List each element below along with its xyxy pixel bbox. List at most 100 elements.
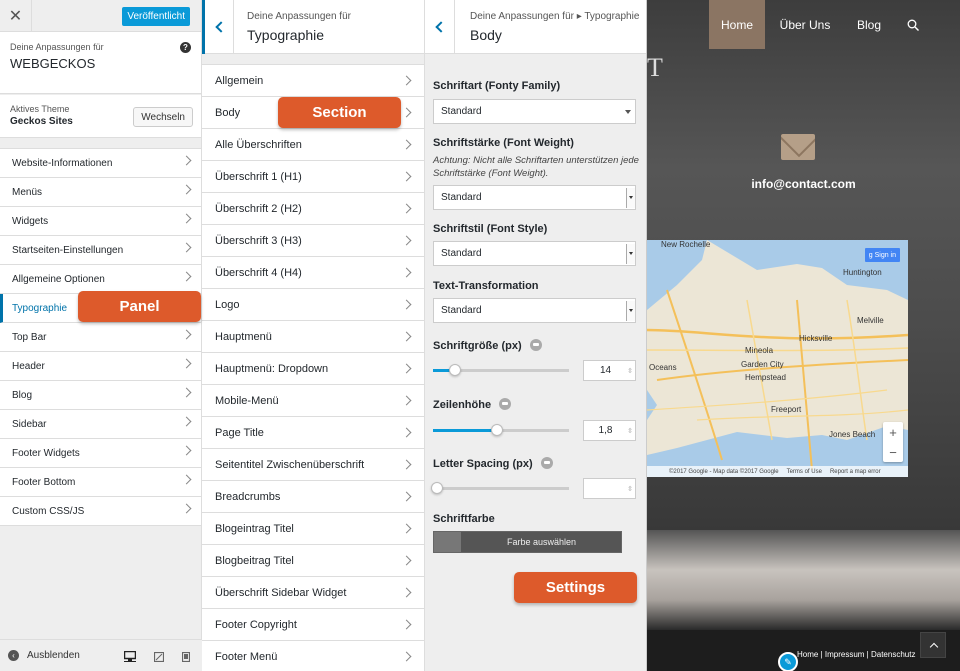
panel-item-menüs[interactable]: Menüs — [0, 178, 201, 207]
section-item[interactable]: Breadcrumbs — [202, 481, 424, 513]
google-icon: g — [868, 251, 873, 259]
panel-item-startseiten-einstellungen[interactable]: Startseiten-Einstellungen — [0, 236, 201, 265]
color-picker-button[interactable]: Farbe auswählen — [433, 531, 622, 553]
panel-item-custom-css-js[interactable]: Custom CSS/JS — [0, 497, 201, 526]
panel-item-label: Custom CSS/JS — [12, 505, 85, 517]
section-item-label: Hauptmenü — [215, 330, 272, 343]
zoom-out-button[interactable]: − — [883, 442, 903, 462]
chevron-left-icon — [214, 21, 227, 33]
section-item[interactable]: Überschrift Sidebar Widget — [202, 577, 424, 609]
mobile-preview-icon[interactable] — [182, 652, 190, 662]
panel-item-top-bar[interactable]: Top Bar — [0, 323, 201, 352]
section-item[interactable]: Seitentitel Zwischenüberschrift — [202, 449, 424, 481]
section-item[interactable]: Footer Menü — [202, 641, 424, 671]
hide-button[interactable]: Ausblenden — [27, 650, 80, 661]
back-button[interactable] — [202, 0, 234, 54]
chevron-right-icon — [401, 267, 412, 278]
chevron-right-icon — [181, 184, 192, 195]
zoom-in-button[interactable]: + — [883, 422, 903, 442]
section-item[interactable]: Hauptmenü — [202, 321, 424, 353]
section-item-label: Breadcrumbs — [215, 490, 281, 503]
section-item[interactable]: Blogeintrag Titel — [202, 513, 424, 545]
footer-link-impressum[interactable]: Impressum — [825, 650, 865, 659]
map-attribution: ©2017 Google - Map data ©2017 Google Ter… — [647, 466, 908, 477]
section-item-label: Allgemein — [215, 74, 264, 87]
slider-handle[interactable] — [431, 482, 443, 494]
font-size-input[interactable]: 14 — [583, 360, 636, 381]
chevron-right-icon — [401, 427, 412, 438]
letter-spacing-input[interactable] — [583, 478, 636, 499]
font-family-select[interactable]: Standard — [433, 99, 636, 124]
map-terms-link[interactable]: Terms of Use — [787, 469, 822, 475]
change-theme-button[interactable]: Wechseln — [133, 107, 193, 127]
panel-item-sidebar[interactable]: Sidebar — [0, 410, 201, 439]
help-icon[interactable]: ? — [180, 42, 191, 53]
panel-item-website-informationen[interactable]: Website-Informationen — [0, 149, 201, 178]
chevron-right-icon — [401, 139, 412, 150]
footer-link-home[interactable]: Home — [797, 650, 818, 659]
font-weight-select[interactable]: Standard — [433, 185, 636, 210]
section-item[interactable]: Überschrift 3 (H3) — [202, 225, 424, 257]
edit-pencil-icon[interactable]: ✎ — [778, 652, 798, 671]
section-item[interactable]: Überschrift 4 (H4) — [202, 257, 424, 289]
section-item[interactable]: Überschrift 1 (H1) — [202, 161, 424, 193]
section-item-label: Überschrift 3 (H3) — [215, 234, 302, 247]
reset-icon[interactable] — [529, 339, 542, 351]
section-item[interactable]: Footer Copyright — [202, 609, 424, 641]
panel-item-label: Top Bar — [12, 331, 47, 343]
text-transform-select[interactable]: Standard — [433, 298, 636, 323]
panel-item-widgets[interactable]: Widgets — [0, 207, 201, 236]
line-height-input[interactable]: 1,8 — [583, 420, 636, 441]
desktop-preview-icon[interactable] — [124, 651, 136, 662]
search-icon[interactable] — [905, 0, 921, 49]
google-map[interactable]: New Rochelle Huntington Melville Hicksvi… — [647, 240, 908, 477]
section-item[interactable]: Mobile-Menü — [202, 385, 424, 417]
nav-ueber-uns[interactable]: Über Uns — [775, 0, 835, 49]
map-label: Hempstead — [745, 373, 786, 382]
footer-link-datenschutz[interactable]: Datenschutz — [871, 650, 915, 659]
chevron-left-icon — [435, 21, 447, 33]
panel-item-allgemeine-optionen[interactable]: Allgemeine Optionen — [0, 265, 201, 294]
back-button[interactable] — [425, 0, 455, 54]
panel-item-blog[interactable]: Blog — [0, 381, 201, 410]
section-item[interactable]: Hauptmenü: Dropdown — [202, 353, 424, 385]
panel-item-header[interactable]: Header — [0, 352, 201, 381]
font-size-label-text: Schriftgröße (px) — [433, 340, 522, 352]
collapse-icon[interactable]: ‹ — [8, 650, 19, 661]
reset-icon[interactable] — [540, 457, 553, 469]
scroll-top-button[interactable] — [920, 632, 946, 658]
nav-home[interactable]: Home — [709, 0, 765, 49]
section-item-label: Body — [215, 106, 241, 119]
panel-item-footer-widgets[interactable]: Footer Widgets — [0, 439, 201, 468]
map-report-link[interactable]: Report a map error — [830, 469, 881, 475]
publish-button[interactable]: Veröffentlicht — [122, 7, 190, 26]
section-item-label: Logo — [215, 298, 240, 311]
section-item[interactable]: Blogbeitrag Titel — [202, 545, 424, 577]
reset-icon[interactable] — [499, 398, 512, 410]
slider-handle[interactable] — [448, 364, 461, 376]
color-picker-label: Farbe auswählen — [506, 537, 577, 547]
tablet-preview-icon[interactable] — [154, 652, 164, 662]
line-height-slider[interactable] — [433, 424, 569, 436]
panel-item-label: Typographie — [12, 302, 68, 314]
close-icon[interactable]: ✕ — [0, 0, 32, 32]
letter-spacing-slider[interactable] — [431, 482, 569, 494]
panel-item-footer-bottom[interactable]: Footer Bottom — [0, 468, 201, 497]
font-size-slider[interactable] — [433, 364, 569, 376]
nav-blog[interactable]: Blog — [851, 0, 887, 49]
chevron-right-icon — [181, 503, 192, 514]
map-signin-button[interactable]: g Sign in — [864, 248, 900, 262]
panel-subtitle: Deine Anpassungen für — [247, 11, 351, 22]
section-item[interactable]: Allgemein — [202, 65, 424, 97]
section-item[interactable]: Überschrift 2 (H2) — [202, 193, 424, 225]
section-item[interactable]: Page Title — [202, 417, 424, 449]
chevron-right-icon — [181, 155, 192, 166]
section-item[interactable]: Logo — [202, 289, 424, 321]
font-style-select[interactable]: Standard — [433, 241, 636, 266]
slider-fill — [433, 429, 497, 432]
map-label: Huntington — [843, 268, 882, 277]
panel-item-label: Footer Widgets — [12, 447, 80, 459]
section-item[interactable]: Alle Überschriften — [202, 129, 424, 161]
panel-item-label: Header — [12, 360, 45, 372]
slider-handle[interactable] — [490, 424, 503, 436]
